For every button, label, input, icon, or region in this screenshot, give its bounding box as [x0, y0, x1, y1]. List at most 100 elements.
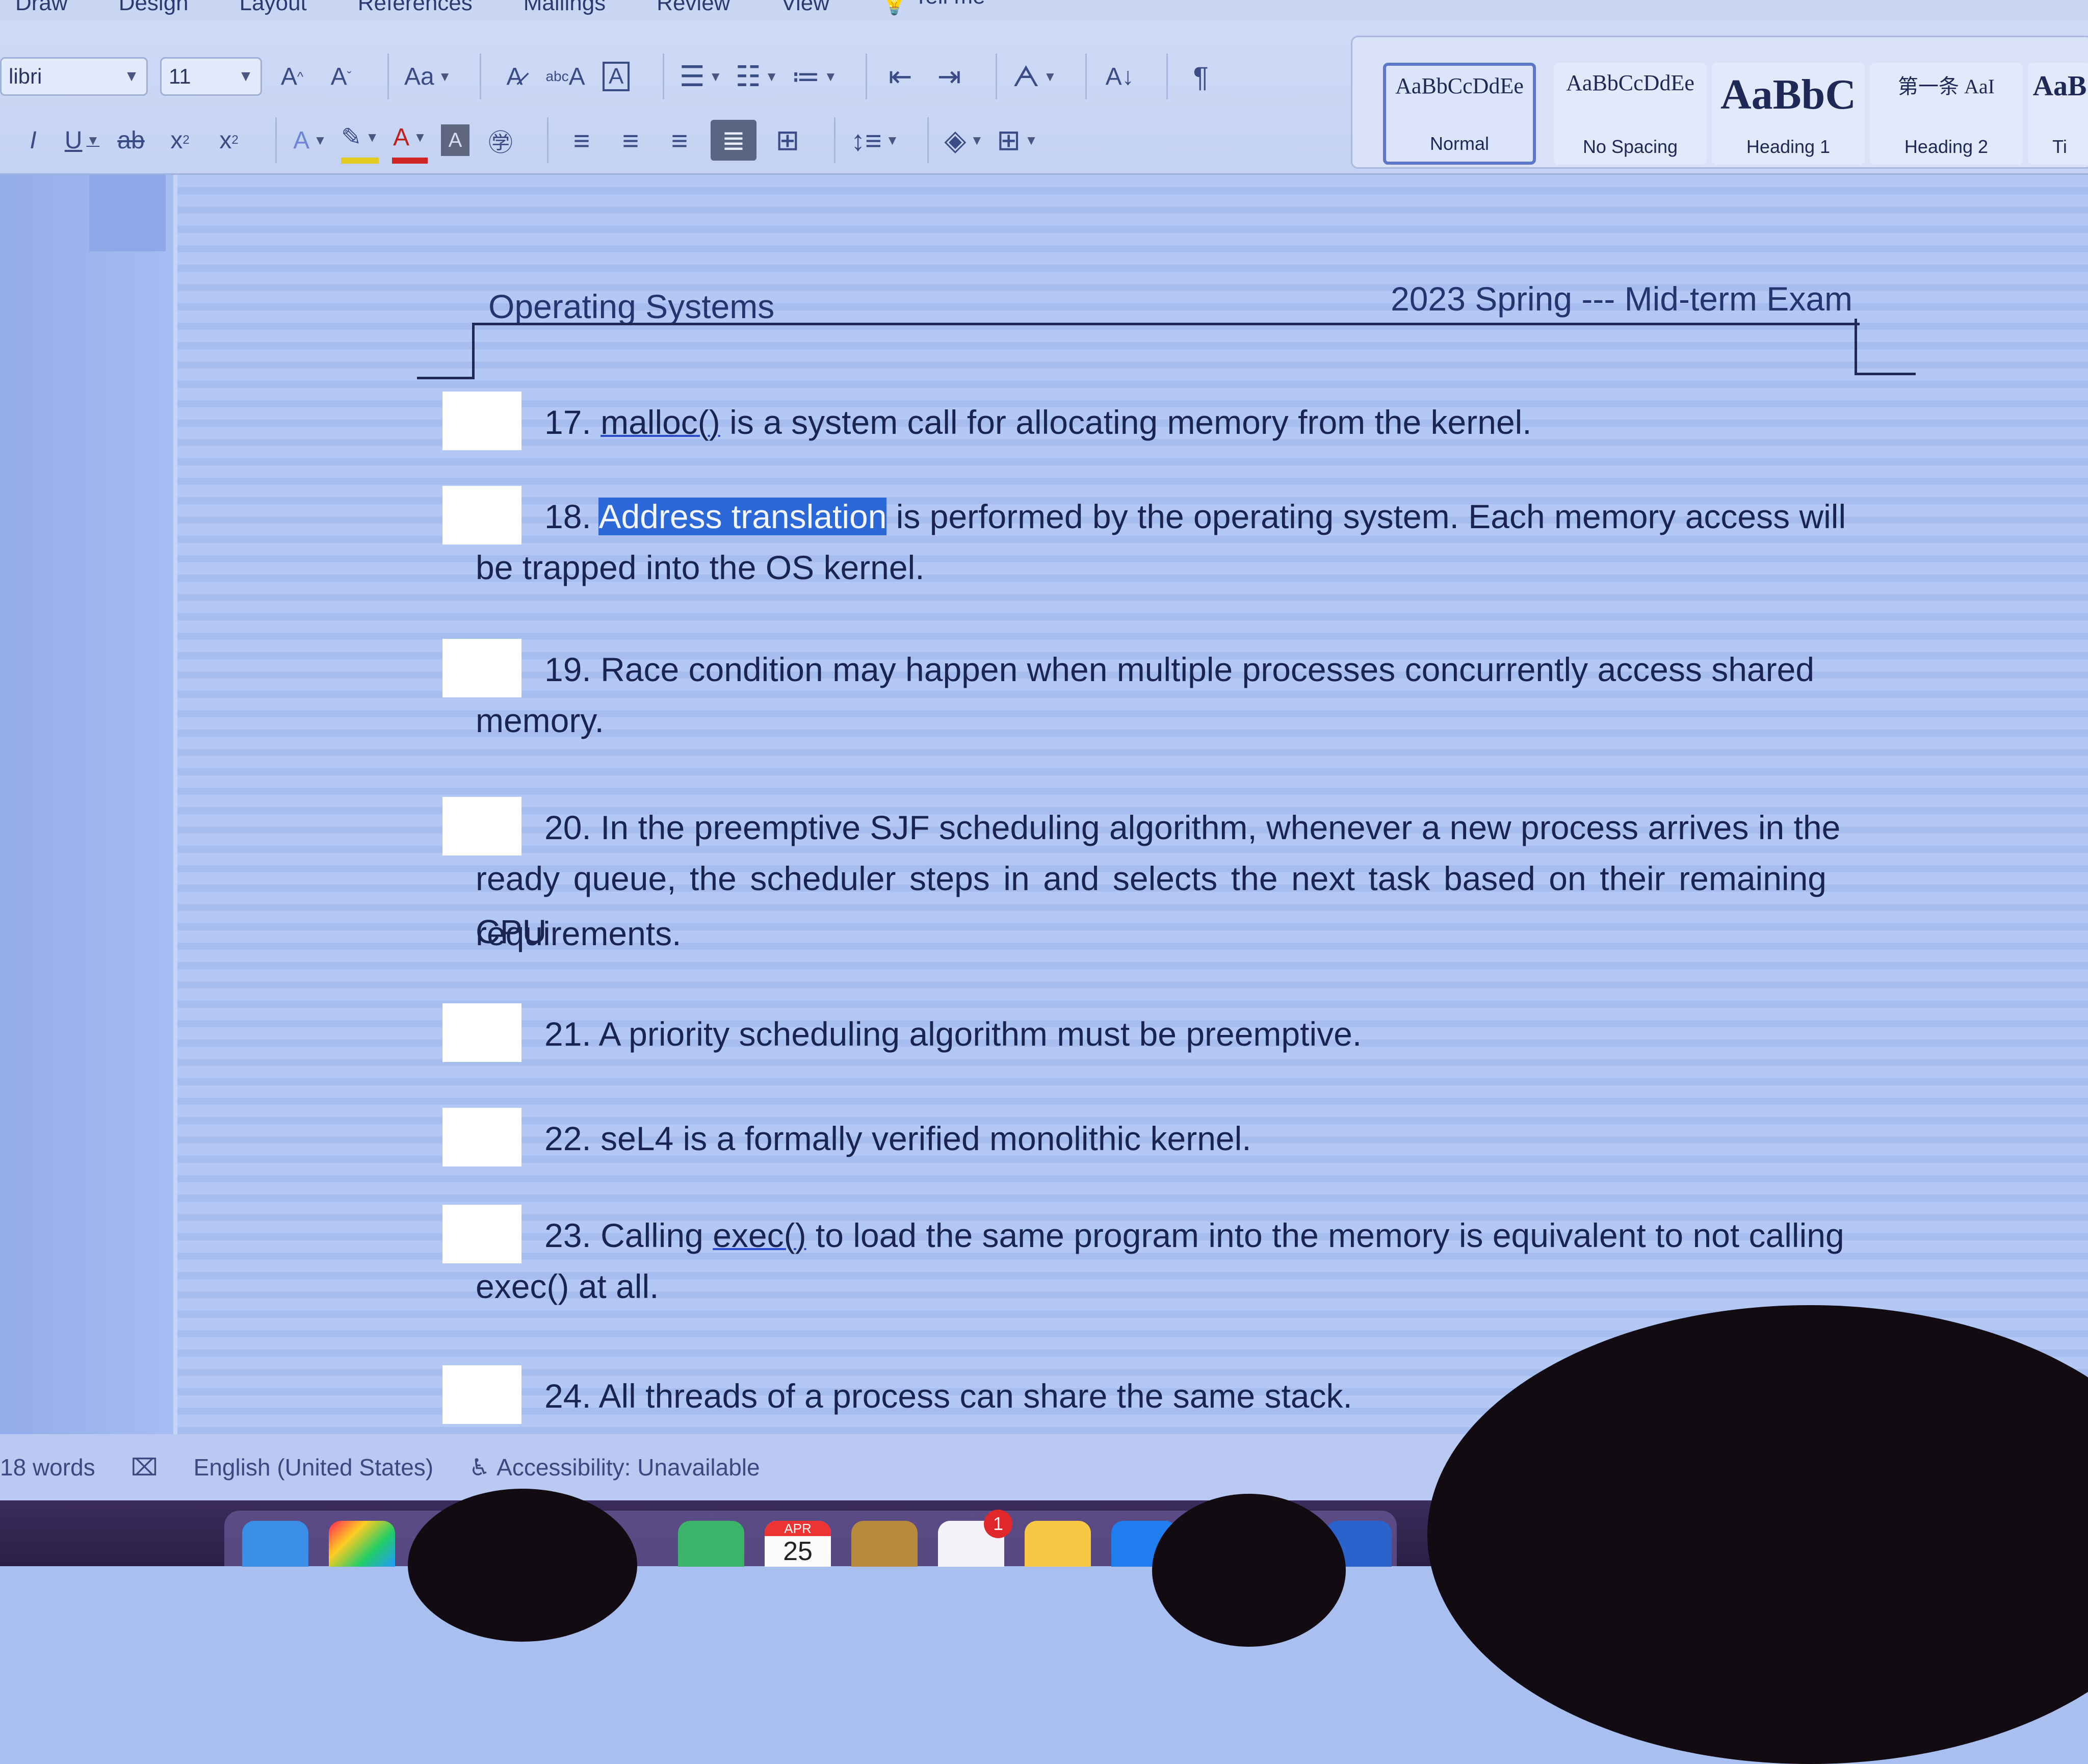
- line-spacing-icon[interactable]: ↕≡ ▼: [851, 120, 899, 161]
- question-number: 24.: [544, 1377, 591, 1415]
- subscript-button[interactable]: x2: [162, 120, 198, 161]
- divider: [996, 54, 998, 99]
- document-page[interactable]: Operating Systems 2023 Spring --- Mid-te…: [173, 175, 2088, 1434]
- question-body: All threads of a process can share the s…: [598, 1377, 1352, 1415]
- answer-box[interactable]: [442, 797, 521, 855]
- align-center-icon[interactable]: ≡: [613, 120, 648, 161]
- accessibility-status[interactable]: ♿︎ Accessibility: Unavailable: [469, 1454, 760, 1481]
- style-name: Heading 1: [1746, 136, 1831, 157]
- menu-review[interactable]: Review: [657, 0, 730, 16]
- font-color-icon[interactable]: A ▼: [392, 117, 428, 164]
- style-sample: AaBbC: [1720, 71, 1857, 118]
- question-21: 21. A priority scheduling algorithm must…: [442, 1003, 1870, 1065]
- question-text: 17. malloc() is a system call for alloca…: [544, 396, 1895, 449]
- answer-box[interactable]: [442, 639, 521, 697]
- calendar-day: 25: [783, 1537, 813, 1566]
- answer-box[interactable]: [442, 1108, 521, 1166]
- style-normal[interactable]: AaBbCcDdEe Normal: [1383, 63, 1536, 165]
- align-right-icon[interactable]: ≡: [662, 120, 697, 161]
- borders-icon[interactable]: ⊞ ▼: [997, 120, 1038, 161]
- highlight-icon[interactable]: ✎ ▼: [341, 117, 379, 164]
- notes-app-icon[interactable]: [851, 1521, 918, 1567]
- decrease-indent-icon[interactable]: ⇤: [882, 56, 918, 97]
- underline-button[interactable]: U ▼: [64, 120, 100, 161]
- menu-mailings[interactable]: Mailings: [524, 0, 606, 16]
- accessibility-label: Accessibility: Unavailable: [497, 1454, 760, 1481]
- font-size-select[interactable]: 11 ▼: [160, 57, 262, 96]
- notes-icon[interactable]: [1025, 1521, 1091, 1567]
- answer-box[interactable]: [442, 1365, 521, 1424]
- question-text: 21. A priority scheduling algorithm must…: [544, 1007, 1895, 1060]
- ribbon-toolbar: libri ▼ 11 ▼ A ^ Aˇ Aa ▼ A̷ abc A A ☰ ▼ ☷ ▼ ≔ ▼ …: [0, 20, 2088, 175]
- menu-layout[interactable]: Layout: [240, 0, 307, 16]
- answer-box[interactable]: [442, 392, 521, 450]
- question-text: 23. Calling exec() to load the same prog…: [544, 1209, 1895, 1262]
- header-rule-left-foot: [417, 377, 475, 379]
- question-number: 22.: [544, 1120, 591, 1157]
- text-effects-icon[interactable]: A ▼: [292, 120, 328, 161]
- style-name: Normal: [1429, 133, 1489, 154]
- italic-button[interactable]: I: [15, 120, 51, 161]
- menu-draw[interactable]: Draw: [15, 0, 68, 16]
- character-shading-icon[interactable]: A: [440, 124, 469, 156]
- phonetic-guide-icon[interactable]: abc A: [545, 56, 585, 97]
- question-number: 23.: [544, 1216, 591, 1254]
- proofing-icon[interactable]: ⌧: [131, 1454, 158, 1481]
- style-heading-2[interactable]: 第一条 AaI Heading 2: [1870, 63, 2023, 165]
- shrink-font-button[interactable]: Aˇ: [323, 56, 359, 97]
- answer-box[interactable]: [442, 486, 521, 544]
- align-left-icon[interactable]: ≡: [564, 120, 599, 161]
- header-course: Operating Systems: [488, 288, 775, 325]
- word-count[interactable]: 18 words: [0, 1454, 95, 1481]
- grow-font-button[interactable]: A ^: [274, 56, 310, 97]
- question-body: In the preemptive SJF scheduling algorit…: [601, 809, 1841, 846]
- launchpad-icon[interactable]: [329, 1521, 395, 1567]
- language-indicator[interactable]: English (United States): [194, 1454, 433, 1481]
- clear-formatting-icon[interactable]: A̷: [497, 56, 532, 97]
- calendar-icon[interactable]: APR 25: [765, 1521, 831, 1567]
- strikethrough-button[interactable]: ab: [113, 120, 149, 161]
- asian-layout-icon[interactable]: ᗅ ▼: [1012, 56, 1056, 97]
- maps-icon[interactable]: [678, 1521, 744, 1567]
- superscript-button[interactable]: x2: [211, 120, 247, 161]
- multilevel-list-icon[interactable]: ≔ ▼: [792, 56, 838, 97]
- change-case-button[interactable]: Aa ▼: [404, 56, 451, 97]
- menu-view[interactable]: View: [781, 0, 829, 16]
- style-no-spacing[interactable]: AaBbCcDdEe No Spacing: [1554, 63, 1707, 165]
- question-body: Calling: [601, 1216, 713, 1254]
- enclose-characters-icon[interactable]: ㊫: [483, 120, 518, 161]
- question-body: Race condition may happen when multiple …: [601, 651, 1815, 688]
- shading-icon[interactable]: ◈ ▼: [944, 120, 983, 161]
- selected-text: Address translation: [598, 498, 887, 535]
- divider: [833, 117, 836, 163]
- menu-references[interactable]: References: [358, 0, 473, 16]
- answer-box[interactable]: [442, 1205, 521, 1263]
- menu-bar: Draw Design Layout References Mailings R…: [0, 0, 2088, 20]
- sort-icon[interactable]: A↓: [1102, 56, 1138, 97]
- question-text-continued: be trapped into the OS kernel.: [476, 549, 925, 586]
- style-heading-1[interactable]: AaBbC Heading 1: [1712, 63, 1865, 165]
- style-title[interactable]: AaB Ti: [2028, 63, 2088, 165]
- distributed-icon[interactable]: ⊞: [770, 120, 805, 161]
- divider: [480, 54, 482, 99]
- character-border-icon[interactable]: A: [598, 56, 634, 97]
- show-formatting-marks-icon[interactable]: ¶: [1183, 56, 1219, 97]
- divider: [275, 117, 277, 163]
- increase-indent-icon[interactable]: ⇥: [931, 56, 967, 97]
- header-rule-right: [1855, 319, 1857, 375]
- style-name: No Spacing: [1582, 136, 1678, 157]
- divider: [387, 54, 389, 99]
- answer-box[interactable]: [442, 1003, 521, 1062]
- menu-tell-me[interactable]: 💡 Tell me: [880, 0, 985, 16]
- navigation-gutter: [0, 175, 173, 1434]
- question-18: 18. Address translation is performed by …: [442, 486, 1870, 598]
- bullets-icon[interactable]: ☰ ▼: [680, 56, 722, 97]
- question-body: to load the same program into the memory…: [806, 1216, 1844, 1254]
- style-sample: 第一条 AaI: [1898, 75, 1995, 98]
- numbering-icon[interactable]: ☷ ▼: [736, 56, 778, 97]
- font-name-select[interactable]: libri ▼: [0, 57, 148, 96]
- menu-design[interactable]: Design: [119, 0, 189, 16]
- justify-icon[interactable]: ≣: [710, 120, 756, 161]
- finder-icon[interactable]: [242, 1521, 308, 1567]
- divider: [927, 117, 929, 163]
